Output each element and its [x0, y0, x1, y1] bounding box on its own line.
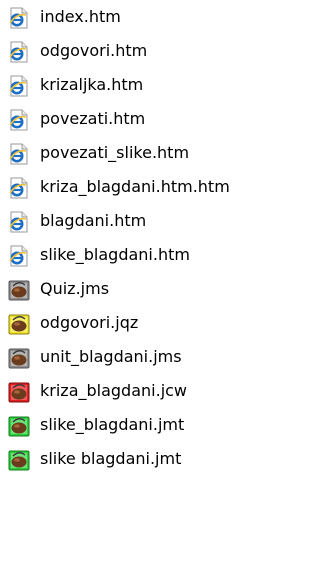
hotpotatoes-green-icon: [8, 450, 30, 471]
file-name: kriza_blagdani.htm.htm: [40, 177, 230, 196]
file-item-kriza-blagdani-jcw[interactable]: kriza_blagdani.jcw: [0, 374, 303, 408]
file-item-krizaljka-htm[interactable]: krizaljka.htm: [0, 68, 303, 102]
ie-document-icon: [9, 41, 28, 63]
file-name: kriza_blagdani.jcw: [40, 381, 188, 400]
hotpotatoes-gray-icon: [8, 280, 30, 301]
file-name: index.htm: [40, 7, 121, 26]
file-name: slike_blagdani.htm: [40, 245, 190, 264]
file-item-povezati-slike-htm[interactable]: povezati_slike.htm: [0, 136, 303, 170]
file-name: blagdani.htm: [40, 211, 147, 230]
file-item-odgovori-jqz[interactable]: odgovori.jqz: [0, 306, 303, 340]
file-item-quiz-jms[interactable]: Quiz.jms: [0, 272, 303, 306]
hotpotatoes-green-icon: [8, 416, 30, 437]
file-list: index.htm odgovori.htm krizaljka.htm pov…: [0, 0, 303, 581]
file-name: slike_blagdani.jmt: [40, 415, 185, 434]
file-item-unit-blagdani-jms[interactable]: unit_blagdani.jms: [0, 340, 303, 374]
file-name: odgovori.htm: [40, 41, 148, 60]
file-name: unit_blagdani.jms: [40, 347, 182, 366]
ie-document-icon: [9, 211, 28, 233]
ie-document-icon: [9, 143, 28, 165]
ie-document-icon: [9, 7, 28, 29]
file-name: povezati.htm: [40, 109, 146, 128]
file-item-odgovori-htm[interactable]: odgovori.htm: [0, 34, 303, 68]
file-item-slike-blagdani-jmt-2[interactable]: slike blagdani.jmt: [0, 442, 303, 476]
file-name: krizaljka.htm: [40, 75, 144, 94]
file-name: Quiz.jms: [40, 279, 110, 298]
file-item-blagdani-htm[interactable]: blagdani.htm: [0, 204, 303, 238]
file-item-slike-blagdani-jmt[interactable]: slike_blagdani.jmt: [0, 408, 303, 442]
hotpotatoes-gray-icon: [8, 348, 30, 369]
file-item-kriza-blagdani-htm-htm[interactable]: kriza_blagdani.htm.htm: [0, 170, 303, 204]
file-item-slike-blagdani-htm[interactable]: slike_blagdani.htm: [0, 238, 303, 272]
hotpotatoes-yellow-icon: [8, 314, 30, 335]
file-item-index-htm[interactable]: index.htm: [0, 0, 303, 34]
ie-document-icon: [9, 75, 28, 97]
ie-document-icon: [9, 245, 28, 267]
ie-document-icon: [9, 177, 28, 199]
file-name: odgovori.jqz: [40, 313, 139, 332]
file-item-povezati-htm[interactable]: povezati.htm: [0, 102, 303, 136]
file-name: povezati_slike.htm: [40, 143, 190, 162]
hotpotatoes-red-icon: [8, 382, 30, 403]
ie-document-icon: [9, 109, 28, 131]
file-name: slike blagdani.jmt: [40, 449, 182, 468]
